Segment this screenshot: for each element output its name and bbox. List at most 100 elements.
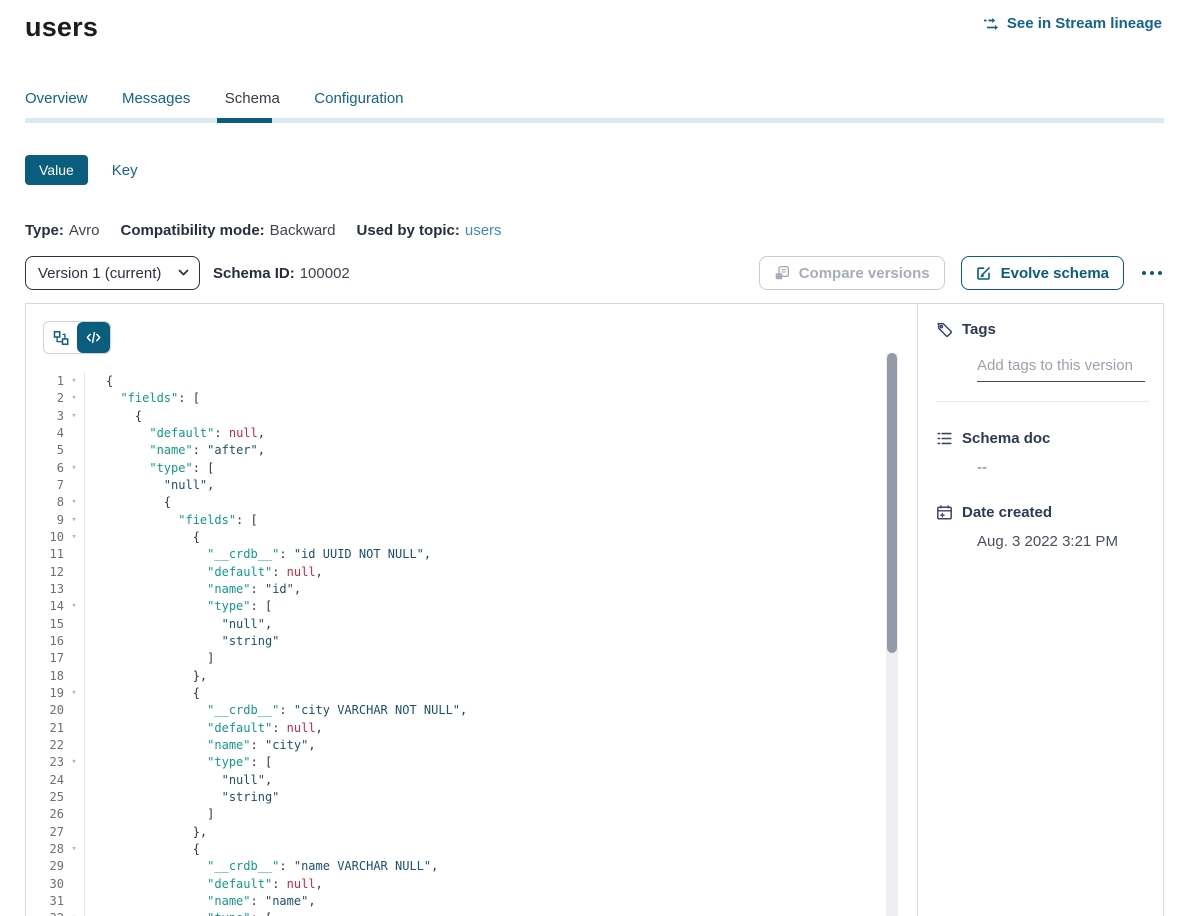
fold-gutter — [64, 425, 84, 442]
fold-arrow-icon[interactable]: ▾ — [64, 494, 84, 511]
code-text: "fields": [ — [85, 390, 200, 407]
fold-gutter — [64, 633, 84, 650]
fold-gutter — [64, 789, 84, 806]
fold-gutter — [64, 442, 84, 459]
line-number: 26 — [26, 806, 64, 823]
date-created-heading: Date created — [962, 504, 1052, 521]
tree-view-button[interactable] — [44, 322, 77, 353]
code-text: "name": "city", — [85, 737, 316, 754]
code-text: { — [85, 841, 200, 858]
tab-configuration[interactable]: Configuration — [314, 91, 403, 118]
code-line: 7 "null", — [26, 477, 917, 494]
date-created-section: Date created Aug. 3 2022 3:21 PM — [936, 504, 1149, 550]
line-number: 15 — [26, 616, 64, 633]
code-text: "null", — [85, 772, 272, 789]
calendar-plus-icon — [936, 504, 953, 521]
fold-arrow-icon[interactable]: ▾ — [64, 685, 84, 702]
code-line: 14▾ "type": [ — [26, 598, 917, 615]
fold-arrow-icon[interactable]: ▾ — [64, 910, 84, 916]
evolve-schema-button[interactable]: Evolve schema — [961, 256, 1124, 290]
code-line: 19▾ { — [26, 685, 917, 702]
tag-icon — [936, 321, 953, 338]
code-line: 12 "default": null, — [26, 564, 917, 581]
code-text: "default": null, — [85, 876, 323, 893]
fold-gutter — [64, 737, 84, 754]
add-tags-input[interactable] — [977, 357, 1145, 382]
fold-gutter — [64, 668, 84, 685]
line-number: 2 — [26, 390, 64, 407]
code-line: 5 "name": "after", — [26, 442, 917, 459]
code-text: { — [85, 408, 142, 425]
code-line: 22 "name": "city", — [26, 737, 917, 754]
fold-arrow-icon[interactable]: ▾ — [64, 460, 84, 477]
schema-doc-heading-row: Schema doc — [936, 430, 1149, 447]
code-line: 9▾ "fields": [ — [26, 512, 917, 529]
code-text: "name": "name", — [85, 893, 316, 910]
code-text: "default": null, — [85, 720, 323, 737]
tab-messages[interactable]: Messages — [122, 91, 190, 118]
value-key-toggle: Value Key — [25, 155, 1164, 185]
fold-gutter — [64, 806, 84, 823]
line-number: 3 — [26, 408, 64, 425]
line-number: 16 — [26, 633, 64, 650]
topic-link[interactable]: users — [465, 222, 502, 239]
tab-schema[interactable]: Schema — [225, 91, 280, 118]
line-number: 18 — [26, 668, 64, 685]
code-view-button[interactable] — [77, 322, 110, 353]
line-number: 5 — [26, 442, 64, 459]
code-text: }, — [85, 668, 207, 685]
fold-arrow-icon[interactable]: ▾ — [64, 841, 84, 858]
sidebar-divider — [936, 401, 1149, 402]
more-options-button[interactable] — [1140, 267, 1164, 279]
fold-arrow-icon[interactable]: ▾ — [64, 529, 84, 546]
fold-arrow-icon[interactable]: ▾ — [64, 598, 84, 615]
line-number: 6 — [26, 460, 64, 477]
fold-arrow-icon[interactable]: ▾ — [64, 754, 84, 771]
active-tab-indicator — [217, 118, 272, 123]
fold-gutter — [64, 702, 84, 719]
code-line: 31 "name": "name", — [26, 893, 917, 910]
line-number: 7 — [26, 477, 64, 494]
code-line: 4 "default": null, — [26, 425, 917, 442]
schema-panel: 1▾{2▾ "fields": [3▾ {4 "default": null,5… — [25, 303, 1164, 916]
code-text: "fields": [ — [85, 512, 258, 529]
value-toggle-button[interactable]: Value — [25, 155, 88, 185]
schema-id-value: 100002 — [300, 265, 350, 282]
fold-arrow-icon[interactable]: ▾ — [64, 512, 84, 529]
line-number: 32 — [26, 910, 64, 916]
compare-versions-button[interactable]: Compare versions — [759, 256, 945, 290]
fold-arrow-icon[interactable]: ▾ — [64, 373, 84, 390]
editor-view-toggle — [43, 321, 111, 354]
version-controls: Version 1 (current) Schema ID:100002 Com… — [25, 256, 1164, 290]
fold-arrow-icon[interactable]: ▾ — [64, 408, 84, 425]
line-number: 31 — [26, 893, 64, 910]
code-line: 30 "default": null, — [26, 876, 917, 893]
code-lines: 1▾{2▾ "fields": [3▾ {4 "default": null,5… — [26, 373, 917, 916]
edit-icon — [976, 265, 992, 281]
version-select[interactable]: Version 1 (current) — [25, 256, 200, 290]
code-text: "string" — [85, 633, 279, 650]
schema-doc-heading: Schema doc — [962, 430, 1050, 447]
line-number: 9 — [26, 512, 64, 529]
line-number: 27 — [26, 824, 64, 841]
editor-scrollbar-thumb[interactable] — [887, 353, 897, 653]
fold-gutter — [64, 893, 84, 910]
fold-arrow-icon[interactable]: ▾ — [64, 390, 84, 407]
stream-lineage-link[interactable]: See in Stream lineage — [983, 15, 1162, 32]
compare-versions-icon — [774, 265, 790, 281]
schema-doc-section: Schema doc -- — [936, 430, 1149, 476]
line-number: 17 — [26, 650, 64, 667]
code-text: "type": [ — [85, 598, 272, 615]
code-text: ] — [85, 806, 214, 823]
code-text: }, — [85, 824, 207, 841]
schema-meta: Type:AvroCompatibility mode:BackwardUsed… — [25, 222, 1164, 238]
tab-overview[interactable]: Overview — [25, 91, 88, 118]
line-number: 22 — [26, 737, 64, 754]
type-label: Type: — [25, 222, 64, 239]
editor-scrollbar[interactable] — [886, 353, 898, 916]
fold-gutter — [64, 858, 84, 875]
code-text: "null", — [85, 616, 272, 633]
code-line: 11 "__crdb__": "id UUID NOT NULL", — [26, 546, 917, 563]
key-toggle-link[interactable]: Key — [112, 162, 138, 179]
line-number: 25 — [26, 789, 64, 806]
